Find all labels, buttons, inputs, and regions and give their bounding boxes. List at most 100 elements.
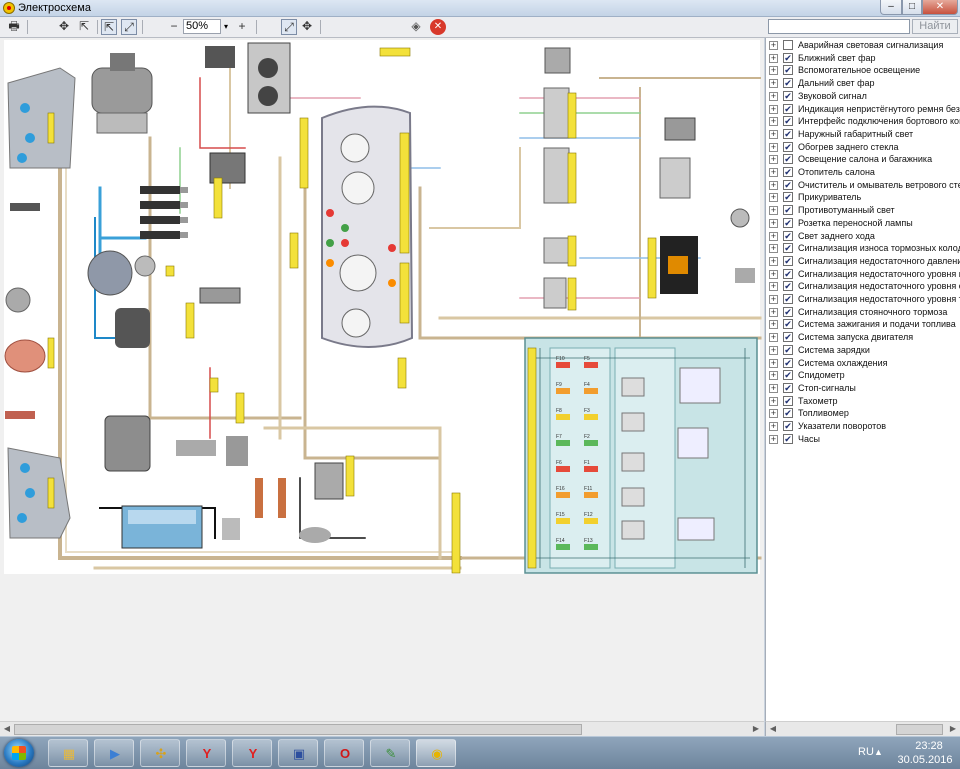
system-checkbox[interactable]: ✔ <box>783 294 793 304</box>
pan-icon[interactable]: ✥ <box>56 19 72 35</box>
system-list-item[interactable]: + ✔ Прикуриватель <box>766 192 960 205</box>
expand-plus-icon[interactable]: + <box>769 282 778 292</box>
system-checkbox[interactable]: ✔ <box>783 281 793 292</box>
system-list-item[interactable]: + ✔ Звуковой сигнал <box>766 90 960 104</box>
system-list-item[interactable]: + ✔ Сигнализация недостаточного уровня охл… <box>766 281 960 294</box>
expand-plus-icon[interactable]: + <box>769 269 778 279</box>
system-list-item[interactable]: + ✔ Интерфейс подключения бортового компь <box>766 116 960 129</box>
system-checkbox[interactable]: ✔ <box>783 382 793 393</box>
expand-plus-icon[interactable]: + <box>769 79 778 89</box>
system-list-item[interactable]: + ✔ Сигнализация недостаточного уровня мас <box>766 268 960 282</box>
system-checkbox[interactable]: ✔ <box>783 192 793 203</box>
system-checkbox[interactable]: ✔ <box>783 52 793 63</box>
system-list-item[interactable]: + ✔ Система запуска двигателя <box>766 332 960 345</box>
system-list-item[interactable]: + ✔ Наружный габаритный свет <box>766 128 960 142</box>
expand-plus-icon[interactable]: + <box>769 193 778 203</box>
close-button[interactable]: ✕ <box>922 0 958 15</box>
system-list-item[interactable]: + ✔ Спидометр <box>766 370 960 383</box>
system-list-item[interactable]: + ✔ Противотуманный свет <box>766 205 960 218</box>
horizontal-scrollbar[interactable]: ◀ ▶ <box>0 721 764 736</box>
expand-plus-icon[interactable]: + <box>769 320 778 330</box>
system-list-item[interactable]: + ✔ Обогрев заднего стекла <box>766 141 960 155</box>
system-list-item[interactable]: + ✔ Индикация непристёгнутого ремня безопа <box>766 103 960 117</box>
system-checkbox[interactable]: ✔ <box>783 154 793 165</box>
scroll-left-arrow-icon[interactable]: ◀ <box>1 723 13 735</box>
system-checkbox[interactable]: ✔ <box>783 243 793 254</box>
expand-plus-icon[interactable]: + <box>769 295 778 304</box>
system-list-item[interactable]: + ✔ Сигнализация износа тормозных колодок <box>766 243 960 256</box>
expand-plus-icon[interactable]: + <box>769 142 778 152</box>
fit-to-window-icon[interactable]: ⤢ <box>281 19 297 35</box>
system-list-item[interactable]: + ✔ Сигнализация стояночного тормоза <box>766 306 960 320</box>
system-checkbox[interactable]: ✔ <box>783 205 793 216</box>
tray-expand-icon[interactable]: ▲ <box>874 747 883 757</box>
system-list-item[interactable]: + ✔ Вспомогательное освещение <box>766 65 960 78</box>
print-icon[interactable]: 🖶 <box>6 19 22 35</box>
taskbar-app-media-player[interactable]: ▶ <box>94 739 134 767</box>
expand-plus-icon[interactable]: + <box>769 129 778 139</box>
system-checkbox[interactable]: ✔ <box>783 128 793 139</box>
taskbar-app-yandex-browser-2[interactable]: Y <box>232 739 272 767</box>
expand-plus-icon[interactable]: + <box>769 66 778 76</box>
taskbar-app-keys-app[interactable]: ✣ <box>140 739 180 767</box>
expand-plus-icon[interactable]: + <box>769 244 778 254</box>
system-checkbox[interactable]: ✔ <box>783 319 793 330</box>
scroll-right-arrow-icon[interactable]: ▶ <box>750 723 762 735</box>
stop-icon[interactable]: ✕ <box>430 19 446 35</box>
expand-plus-icon[interactable]: + <box>769 168 778 177</box>
chevron-down-icon[interactable]: ▾ <box>221 19 231 34</box>
find-button[interactable]: Найти <box>912 19 958 34</box>
system-list-item[interactable]: + ✔ Освещение салона и багажника <box>766 154 960 167</box>
system-checkbox[interactable]: ✔ <box>783 167 793 177</box>
pointer-icon[interactable]: ⇱ <box>101 19 117 35</box>
system-list-item[interactable]: + ✔ Сигнализация недостаточного давления м <box>766 255 960 269</box>
system-checkbox[interactable]: ✔ <box>783 103 793 114</box>
system-list-item[interactable]: + ✔ Дальний свет фар <box>766 78 960 91</box>
system-list-item[interactable]: + Аварийная световая сигнализация <box>766 40 960 53</box>
system-checkbox[interactable]: ✔ <box>783 433 793 444</box>
system-list-item[interactable]: + ✔ Топливомер <box>766 408 960 421</box>
taskbar-app-explorer[interactable]: ▦ <box>48 739 88 767</box>
expand-plus-icon[interactable]: + <box>769 358 778 368</box>
clock-time[interactable]: 23:28 <box>903 740 955 752</box>
zoom-out-icon[interactable]: − <box>166 19 182 35</box>
expand-plus-icon[interactable]: + <box>769 155 778 165</box>
taskbar-app-save-app[interactable]: ▣ <box>278 739 318 767</box>
system-list-item[interactable]: + ✔ Тахометр <box>766 395 960 409</box>
expand-plus-icon[interactable]: + <box>769 206 778 216</box>
system-list-item[interactable]: + ✔ Система зажигания и подачи топлива <box>766 319 960 332</box>
minimize-button[interactable]: – <box>880 0 902 15</box>
taskbar-app-opera[interactable]: O <box>324 739 364 767</box>
system-checkbox[interactable] <box>783 40 793 50</box>
system-list-item[interactable]: + ✔ Система зарядки <box>766 344 960 358</box>
expand-plus-icon[interactable]: + <box>769 422 778 431</box>
system-checkbox[interactable]: ✔ <box>783 78 793 89</box>
system-list-item[interactable]: + ✔ Очиститель и омыватель ветрового стекл <box>766 179 960 193</box>
expand-plus-icon[interactable]: + <box>769 218 778 228</box>
taskbar-app-electroschema[interactable]: ◉ <box>416 739 456 767</box>
system-list-item[interactable]: + ✔ Указатели поворотов <box>766 421 960 434</box>
zoom-level-select[interactable]: 50% <box>183 19 221 34</box>
system-list-item[interactable]: + ✔ Свет заднего хода <box>766 230 960 244</box>
expand-plus-icon[interactable]: + <box>769 53 778 63</box>
system-list-item[interactable]: + ✔ Сигнализация недостаточного уровня тор… <box>766 294 960 307</box>
clock-date[interactable]: 30.05.2016 <box>893 754 957 766</box>
search-input[interactable] <box>768 19 910 34</box>
expand-plus-icon[interactable]: + <box>769 117 778 127</box>
system-checkbox[interactable]: ✔ <box>783 306 793 317</box>
list-horizontal-scrollbar[interactable]: ◀ ▶ <box>765 721 960 736</box>
scrollbar-thumb[interactable] <box>14 724 582 735</box>
taskbar-app-paint[interactable]: ✎ <box>370 739 410 767</box>
expand-plus-icon[interactable]: + <box>769 371 778 381</box>
select-icon[interactable]: ⇱ <box>76 19 92 35</box>
expand-plus-icon[interactable]: + <box>769 396 778 406</box>
maximize-button[interactable]: □ <box>902 0 922 15</box>
scroll-left-arrow-icon[interactable]: ◀ <box>767 723 779 735</box>
system-checkbox[interactable]: ✔ <box>783 179 793 190</box>
schematic-canvas[interactable]: F10 F5 F9 F4 F8 F3 F7 F2 F6 F1 F16 F11 F15 F12 F14 F13 <box>0 38 764 721</box>
system-checkbox[interactable]: ✔ <box>783 116 793 127</box>
system-checkbox[interactable]: ✔ <box>783 408 793 419</box>
system-checkbox[interactable]: ✔ <box>783 332 793 343</box>
expand-plus-icon[interactable]: + <box>769 256 778 266</box>
system-checkbox[interactable]: ✔ <box>783 357 793 368</box>
